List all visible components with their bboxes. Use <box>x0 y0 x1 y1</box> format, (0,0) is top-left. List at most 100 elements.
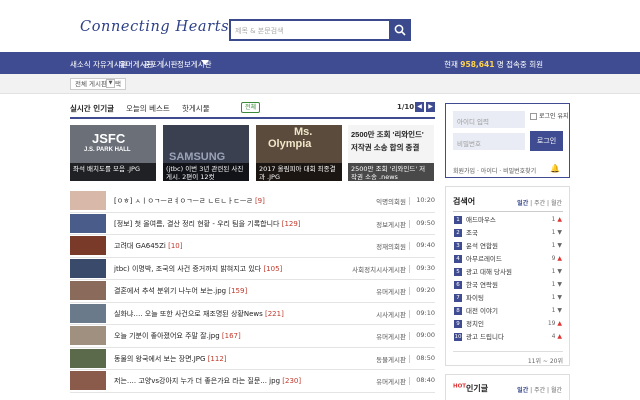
tab-monthly[interactable]: 월간 <box>551 200 562 207</box>
post-list: [ㅇㅎ] ㅅㅣㅇㄱㅡㄹㅕㅇㄱㅡㄹ ㄴㅌㄴㅏㄷㅡㄹ [9] 익명의회원 10:20… <box>70 190 435 393</box>
hot-tabs: 일간 | 주간 | 월간 <box>517 387 562 394</box>
main-section-header: 실시간 인기글 오늘의 베스트 핫게시물 전체 1/10 ◀ ▶ <box>70 102 435 115</box>
post-time: 09:10 <box>416 308 435 317</box>
post-title[interactable]: [ㅇㅎ] ㅅㅣㅇㄱㅡㄹㅕㅇㄱㅡㄹ ㄴㅌㄴㅏㄷㅡㄹ [9] <box>114 196 265 206</box>
thumb-caption: 2017 올림피아 대회 최종결과 .JPG <box>256 163 342 181</box>
post-board: 동물게시판 <box>376 355 406 364</box>
tab-hot[interactable]: 핫게시물 <box>182 103 210 114</box>
featured-thumb[interactable]: JSFC J.S. PARK HALL 좌석 배치도를 모음 .JPG <box>70 125 156 181</box>
featured-thumb[interactable]: 2500만 조회 '리와인드' 저작권 소송 합의 종결 2500만 조회 '리… <box>348 125 434 181</box>
post-thumbnail[interactable] <box>70 258 106 278</box>
post-title[interactable]: 동물의 왕국에서 보는 장면.JPG [112] <box>114 354 227 364</box>
filter-pill[interactable]: 전체 <box>241 102 261 113</box>
section-divider <box>70 117 435 119</box>
next-button[interactable]: ▶ <box>426 102 435 112</box>
tab-today-best[interactable]: 오늘의 베스트 <box>126 103 170 114</box>
list-item[interactable]: [ㅇㅎ] ㅅㅣㅇㄱㅡㄹㅕㅇㄱㅡㄹ ㄴㅌㄴㅏㄷㅡㄹ [9] 익명의회원 10:20 <box>70 190 435 213</box>
ranking-item[interactable]: 10 광고 드립니다 4 ▲ <box>454 333 562 343</box>
thumb-caption: (jtbc) 이번 3년 관련된 사진 게시. 2편이 12컷 <box>163 163 249 181</box>
bell-icon[interactable]: 🔔 <box>550 164 560 173</box>
list-item[interactable]: jtbc) 이명박, 조국의 사건 증거까지 밝혀지고 있다 [105] 사회정… <box>70 258 435 280</box>
hot-title: HOT인기글 <box>453 383 489 393</box>
username-field[interactable]: 아이디 입력 <box>453 111 525 128</box>
list-item[interactable]: [정보] 첫 올여름, 결산 정리 현황 - 우리 팀을 기록합니다 [129]… <box>70 213 435 235</box>
ranking-item[interactable]: 6 한국 연락원 1 ▼ <box>454 281 562 291</box>
list-item[interactable]: 실화냐…. 오늘 또한 사건으로 재조명된 상황News [221] 시사게시판… <box>70 303 435 325</box>
post-thumbnail[interactable] <box>70 213 106 233</box>
featured-thumb[interactable]: Ms. Olympia 2017 올림피아 대회 최종결과 .JPG <box>256 125 342 181</box>
ranking-title: 검색어 <box>453 197 476 206</box>
ranking-item[interactable]: 4 아무르레이드 9 ▲ <box>454 255 562 265</box>
post-thumbnail[interactable] <box>70 303 106 323</box>
login-box: 아이디 입력 비밀번호 로그인 유지 로그인 회원가입 · 아이디 · 비밀번호… <box>445 103 570 178</box>
counter-value: 958,641 <box>460 60 495 69</box>
post-title[interactable]: 오늘 기분이 좋아졌어요 주말 잘.jpg [167] <box>114 331 241 341</box>
post-time: 10:20 <box>416 196 435 204</box>
thumb-caption: 2500만 조회 '리와인드' 저작권 소송 .news <box>348 163 434 181</box>
login-button[interactable]: 로그인 <box>530 131 563 151</box>
ranking-item[interactable]: 9 정치인 19 ▲ <box>454 320 562 330</box>
ranking-item[interactable]: 8 대전 이야기 1 ▼ <box>454 307 562 317</box>
ranking-item[interactable]: 2 조국 1 ▼ <box>454 229 562 239</box>
post-thumbnail[interactable] <box>70 371 106 390</box>
tab-daily[interactable]: 일간 <box>517 200 528 207</box>
post-title[interactable]: 실화냐…. 오늘 또한 사건으로 재조명된 상황News [221] <box>114 309 284 319</box>
ranking-item[interactable]: 7 파이팅 1 ▼ <box>454 294 562 304</box>
post-board: 익명의회원 <box>376 198 406 206</box>
ranking-item[interactable]: 5 광고 대해 당사원 1 ▼ <box>454 268 562 278</box>
board-select[interactable]: 전체 게시판 선택 <box>70 78 126 90</box>
list-item[interactable]: 저는…. 고양vs강아지 누가 더 좋은가요 라는 질문... jpg [230… <box>70 370 435 393</box>
site-logo[interactable]: Connecting Hearts <box>80 19 229 35</box>
post-title[interactable]: [정보] 첫 올여름, 결산 정리 현황 - 우리 팀을 기록합니다 [129] <box>114 219 301 229</box>
tab-weekly[interactable]: 주간 <box>534 387 545 394</box>
search-icon <box>394 24 406 36</box>
featured-thumb[interactable]: SAMSUNG (jtbc) 이번 3년 관련된 사진 게시. 2편이 12컷 <box>163 125 249 181</box>
user-counter: 현재 958,641 명 접속중 회원 <box>444 60 543 69</box>
header: Connecting Hearts 제목 & 본문검색 <box>0 0 640 52</box>
post-time: 09:40 <box>416 241 435 249</box>
post-title[interactable]: jtbc) 이명박, 조국의 사건 증거까지 밝혀지고 있다 [105] <box>114 264 282 274</box>
post-thumbnail[interactable] <box>70 326 106 345</box>
post-time: 09:50 <box>416 218 435 227</box>
list-item[interactable]: 고려대 GA645Zi [10] 정재의회원 09:40 <box>70 235 435 258</box>
hot-posts-box: HOT인기글 일간 | 주간 | 월간 <box>445 374 570 400</box>
post-board: 정보게시판 <box>376 220 406 229</box>
search-button[interactable] <box>389 19 411 41</box>
list-item[interactable]: 결혼에서 추석 분위기 나누어 보는.jpg [159] 유머게시판 09:20 <box>70 280 435 303</box>
keyword-ranking: 검색어 일간 | 주간 | 월간 1 애드마우스 1 ▲ 2 조국 1 ▼ 3 윤석 연합… <box>445 186 570 366</box>
account-links[interactable]: 회원가입 · 아이디 · 비밀번호찾기 <box>453 166 536 175</box>
post-time: 08:50 <box>416 353 435 362</box>
post-board: 시사게시판 <box>376 310 406 319</box>
chevron-down-icon[interactable]: ▼ <box>106 79 115 88</box>
post-title[interactable]: 결혼에서 추석 분위기 나누어 보는.jpg [159] <box>114 286 247 296</box>
ranking-item[interactable]: 3 윤석 연합원 1 ▼ <box>454 242 562 252</box>
post-thumbnail[interactable] <box>70 348 106 368</box>
ranking-tabs: 일간 | 주간 | 월간 <box>517 200 562 207</box>
nav-item-horror[interactable]: 공포게시판 <box>143 59 178 70</box>
post-title[interactable]: 저는…. 고양vs강아지 누가 더 좋은가요 라는 질문... jpg [230… <box>114 376 301 386</box>
post-time: 09:30 <box>416 263 435 272</box>
search-input[interactable]: 제목 & 본문검색 <box>235 25 385 37</box>
sub-bar: 전체 게시판 선택 ▼ <box>0 74 640 94</box>
tab-weekly[interactable]: 주간 <box>534 200 545 207</box>
prev-button[interactable]: ◀ <box>415 102 424 112</box>
nav-divider <box>163 58 164 68</box>
post-thumbnail[interactable] <box>70 236 106 255</box>
search-box: 제목 & 본문검색 <box>229 19 411 41</box>
nav-item-news[interactable]: 새소식 <box>70 59 91 70</box>
keep-login-checkbox[interactable]: 로그인 유지 <box>530 111 569 120</box>
list-item[interactable]: 동물의 왕국에서 보는 장면.JPG [112] 동물게시판 08:50 <box>70 348 435 370</box>
post-board: 유머게시판 <box>376 378 406 386</box>
post-time: 09:00 <box>416 331 435 339</box>
post-title[interactable]: 고려대 GA645Zi [10] <box>114 241 182 251</box>
list-item[interactable]: 오늘 기분이 좋아졌어요 주말 잘.jpg [167] 유머게시판 09:00 <box>70 325 435 348</box>
ranking-item[interactable]: 1 애드마우스 1 ▲ <box>454 216 562 226</box>
post-board: 정재의회원 <box>376 243 406 251</box>
post-thumbnail[interactable] <box>70 281 106 300</box>
tab-monthly[interactable]: 월간 <box>551 387 562 394</box>
tab-daily[interactable]: 일간 <box>517 387 528 394</box>
password-field[interactable]: 비밀번호 <box>453 133 525 150</box>
chevron-down-icon[interactable] <box>201 60 209 65</box>
ranking-more-link[interactable]: 11위 ~ 20위 <box>453 351 563 365</box>
post-thumbnail[interactable] <box>70 191 106 210</box>
